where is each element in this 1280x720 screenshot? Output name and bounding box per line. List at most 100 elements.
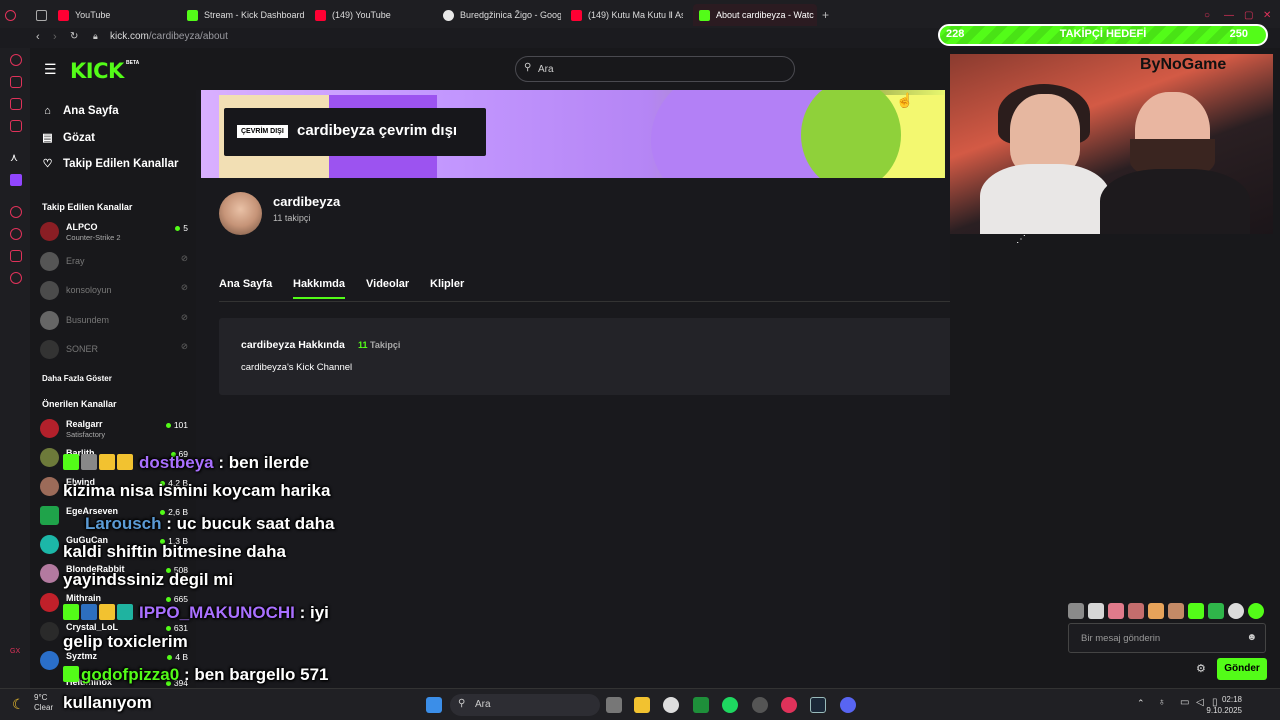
offline-icon: ⊘ bbox=[180, 253, 188, 263]
task-view-icon[interactable] bbox=[606, 697, 622, 713]
workspace-icon[interactable] bbox=[36, 4, 47, 26]
followed-channel-konsoloyun[interactable]: konsoloyun ⊘ bbox=[40, 279, 190, 303]
close-icon[interactable]: ✕ bbox=[1263, 4, 1271, 26]
url-host: kick.com bbox=[110, 31, 149, 42]
opera-gx-icon[interactable] bbox=[781, 697, 797, 713]
back-icon[interactable]: ‹ bbox=[36, 31, 40, 43]
instagram-icon[interactable] bbox=[10, 120, 22, 132]
follower-goal-bar: 228 TAKİPÇİ HEDEFİ 250 bbox=[938, 24, 1268, 46]
tab-videos[interactable]: Videolar bbox=[366, 278, 409, 290]
reload-icon[interactable]: ↻ bbox=[70, 31, 78, 42]
browser-tab[interactable]: YouTube bbox=[58, 4, 178, 26]
windows-start-icon[interactable] bbox=[426, 697, 442, 713]
extensions-icon[interactable] bbox=[10, 250, 22, 262]
forward-icon[interactable]: › bbox=[53, 31, 57, 43]
about-title: cardibeyza Hakkında bbox=[241, 339, 345, 351]
history-icon[interactable] bbox=[10, 228, 22, 240]
recommended-channel[interactable]: Realgarr Satisfactory 101 bbox=[40, 417, 190, 441]
nav-home[interactable]: ⌂ Ana Sayfa bbox=[42, 105, 118, 117]
maximize-icon[interactable]: ▢ bbox=[1244, 4, 1253, 26]
player-icon[interactable] bbox=[10, 206, 22, 218]
clock-time: 02:18 bbox=[1221, 695, 1242, 704]
search-input[interactable]: ⚲ Ara bbox=[515, 56, 795, 82]
emote-icon[interactable] bbox=[1208, 603, 1224, 619]
chatgpt-icon[interactable] bbox=[663, 697, 679, 713]
tab-home[interactable]: Ana Sayfa bbox=[219, 278, 272, 290]
youtube-icon bbox=[58, 9, 69, 21]
tab-label: About cardibeyza - Watc bbox=[716, 10, 814, 20]
emote-icon[interactable] bbox=[1108, 603, 1124, 619]
new-tab-button[interactable]: + bbox=[822, 4, 829, 26]
url-field[interactable]: kick.com/cardibeyza/about bbox=[110, 31, 228, 42]
steam-icon[interactable] bbox=[810, 697, 826, 713]
kick-app-icon[interactable]: ⋏ bbox=[10, 152, 22, 164]
emote-icon[interactable] bbox=[1188, 603, 1204, 619]
emote-icon[interactable] bbox=[1088, 603, 1104, 619]
aria-icon[interactable] bbox=[10, 54, 22, 66]
channel-tabs: Ana Sayfa Hakkımda Videolar Klipler bbox=[219, 278, 1034, 302]
spotify-icon[interactable] bbox=[722, 697, 738, 713]
chat-username: IPPO_MAKUNOCHI bbox=[139, 603, 295, 622]
viewer-count-text: 101 bbox=[173, 420, 188, 430]
followed-channel-alpco[interactable]: ALPCO Counter-Strike 2 5 bbox=[40, 220, 190, 244]
tab-clips[interactable]: Klipler bbox=[430, 278, 464, 290]
weather-widget[interactable]: 9°C Clear bbox=[34, 693, 53, 713]
taskbar-search[interactable]: ⚲ Ara bbox=[450, 694, 600, 716]
followed-channel-soner[interactable]: SONER ⊘ bbox=[40, 338, 190, 362]
emote-icon[interactable] bbox=[1248, 603, 1264, 619]
microphone-icon[interactable]: ♁ bbox=[1158, 697, 1166, 708]
avatar bbox=[40, 448, 59, 467]
show-more-link[interactable]: Daha Fazla Göster bbox=[42, 374, 112, 383]
lock-icon: 🔒︎ bbox=[93, 31, 98, 41]
nav-following[interactable]: ♡ Takip Edilen Kanallar bbox=[42, 158, 179, 170]
send-button[interactable]: Gönder bbox=[1217, 658, 1267, 680]
tab-about[interactable]: Hakkımda bbox=[293, 278, 345, 299]
tray-chevron-icon[interactable]: ⌃ bbox=[1137, 698, 1145, 709]
emote-icon[interactable] bbox=[1168, 603, 1184, 619]
sticky-notes-icon[interactable] bbox=[634, 697, 650, 713]
share-icon[interactable]: ⋰ bbox=[1016, 234, 1026, 245]
browser-tab[interactable]: Stream - Kick Dashboard bbox=[187, 4, 307, 26]
browser-tab[interactable]: Buredgžinica Žigo - Goog bbox=[443, 4, 561, 26]
chat-input[interactable]: Bir mesaj gönderin ☻ bbox=[1068, 623, 1266, 653]
emoji-picker-icon[interactable]: ☻ bbox=[1246, 632, 1257, 643]
settings-icon[interactable] bbox=[10, 272, 22, 284]
browser-tab[interactable]: (149) YouTube bbox=[315, 4, 435, 26]
avatar bbox=[40, 419, 59, 438]
kick-logo[interactable]: KICK bbox=[70, 59, 124, 83]
chat-overlay-line: kaldi shiftin bitmesine daha bbox=[63, 542, 286, 562]
live-dot-icon bbox=[165, 596, 171, 602]
crypto-wallet-icon[interactable] bbox=[10, 76, 22, 88]
twitch-icon[interactable] bbox=[10, 174, 22, 186]
volume-icon[interactable]: ◁ bbox=[1196, 697, 1204, 708]
channel-game: Satisfactory bbox=[66, 430, 106, 439]
discord-icon[interactable] bbox=[840, 697, 856, 713]
emote-bar bbox=[1068, 603, 1264, 619]
gx-icon[interactable]: GX bbox=[10, 648, 22, 660]
chat-message: : ben ilerde bbox=[218, 453, 310, 472]
followed-channel-busundem[interactable]: Busundem ⊘ bbox=[40, 309, 190, 333]
xbox-icon[interactable] bbox=[693, 697, 709, 713]
taskbar-clock[interactable]: 02:18 9.10.2025 bbox=[1206, 694, 1242, 716]
search-tabs-icon[interactable]: ○ bbox=[1204, 4, 1210, 26]
messenger-icon[interactable] bbox=[10, 98, 22, 110]
browser-tab-active[interactable]: About cardibeyza - Watc bbox=[693, 4, 817, 26]
emote-icon[interactable] bbox=[1068, 603, 1084, 619]
avatar bbox=[40, 281, 59, 300]
channel-avatar[interactable] bbox=[219, 192, 262, 235]
emote-icon[interactable] bbox=[1128, 603, 1144, 619]
opera-menu-icon[interactable] bbox=[5, 4, 16, 26]
followed-channel-eray[interactable]: Eray ⊘ bbox=[40, 250, 190, 274]
beta-label: BETA bbox=[126, 60, 140, 66]
hamburger-menu-icon[interactable]: ☰ bbox=[44, 61, 57, 78]
browser-tab[interactable]: (149) Kutu Ma Kutu Ⅱ Ash bbox=[571, 4, 683, 26]
app-icon[interactable] bbox=[752, 697, 768, 713]
nav-browse[interactable]: ▤ Gözat bbox=[42, 132, 95, 144]
network-icon[interactable]: ▭ bbox=[1180, 697, 1189, 708]
tab-label: (149) Kutu Ma Kutu Ⅱ Ash bbox=[588, 9, 683, 20]
chat-overlay-line: dostbeya : ben ilerde bbox=[63, 453, 309, 473]
minimize-icon[interactable]: — bbox=[1224, 4, 1234, 26]
emote-icon[interactable] bbox=[1228, 603, 1244, 619]
emote-icon[interactable] bbox=[1148, 603, 1164, 619]
chat-settings-icon[interactable]: ⚙ bbox=[1196, 662, 1206, 675]
